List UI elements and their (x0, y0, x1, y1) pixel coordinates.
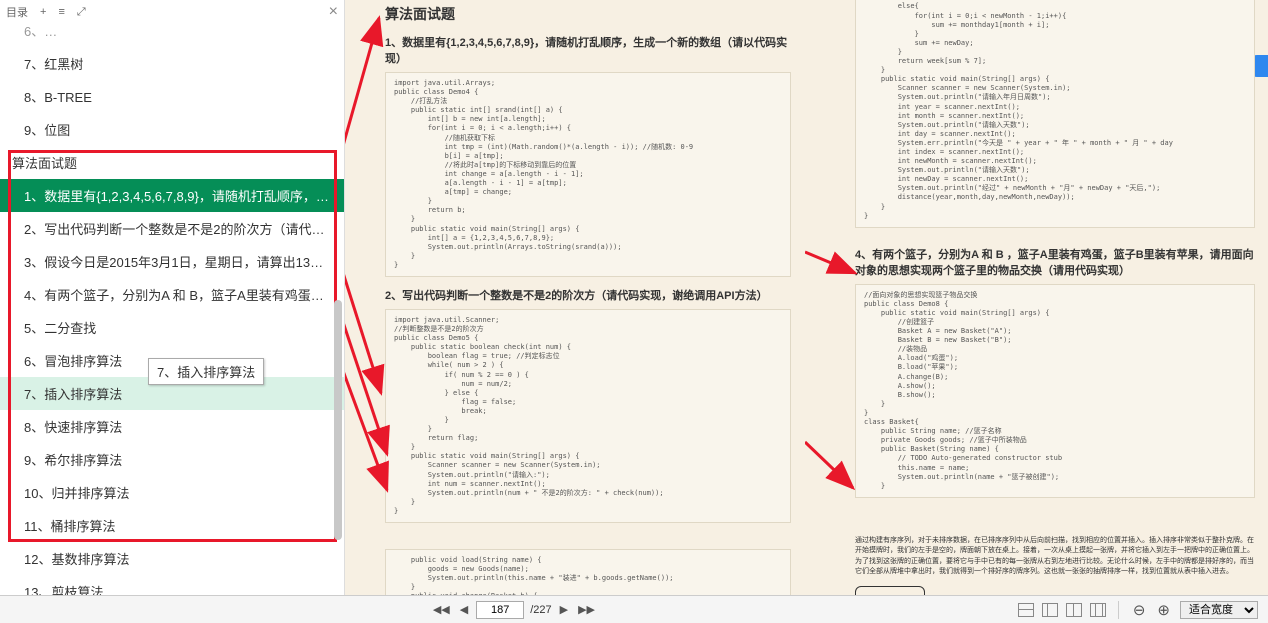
status-bar: ◀◀ ◀ /227 ▶ ▶▶ ⊖ ⊕ 适合宽度 (0, 595, 1268, 623)
outline-item[interactable]: 13、剪枝算法 (0, 575, 344, 595)
separator (1118, 601, 1119, 619)
page-input[interactable] (476, 601, 524, 619)
tooltip: 7、插入排序算法 (148, 358, 264, 385)
outline-item[interactable]: 7、红黑树 (0, 47, 344, 80)
code-block-1: import java.util.Arrays; public class De… (385, 72, 791, 277)
zoom-in-button[interactable]: ⊕ (1155, 601, 1172, 619)
outline-item[interactable]: 8、快速排序算法 (0, 410, 344, 443)
outline-item[interactable]: 4、有两个篮子，分别为A 和 B，篮子A里装有鸡蛋，篮子... (0, 278, 344, 311)
page-right: sum = 365 + newDay; for(int i = 0;i < ne… (855, 0, 1255, 595)
view-two-page-icon[interactable] (1066, 603, 1082, 617)
outline-sidebar: 目录 + ≡ ⤢ × 6、… 7、红黑树 8、B-TREE 9、位图 算法面试题… (0, 0, 345, 595)
paragraph: 通过构建有序序列，对于未排序数据，在已排序序列中从后向前扫描，找到相应的位置并插… (855, 536, 1255, 578)
document-viewport[interactable]: 算法面试题 1、数据里有{1,2,3,4,5,6,7,8,9}，请随机打乱顺序，… (345, 0, 1268, 595)
question-1-title: 1、数据里有{1,2,3,4,5,6,7,8,9}，请随机打乱顺序，生成一个新的… (385, 34, 791, 66)
outline-item[interactable]: 9、希尔排序算法 (0, 443, 344, 476)
diagram-sketch (855, 586, 925, 595)
code-block-r1: sum = 365 + newDay; for(int i = 0;i < ne… (855, 0, 1255, 228)
outline-item[interactable]: 8、B-TREE (0, 80, 344, 113)
page-left: 算法面试题 1、数据里有{1,2,3,4,5,6,7,8,9}，请随机打乱顺序，… (385, 4, 791, 595)
zoom-select[interactable]: 适合宽度 (1180, 601, 1258, 619)
next-page-button[interactable]: ▶ (558, 603, 570, 616)
prev-page-button[interactable]: ◀ (458, 603, 470, 616)
last-page-button[interactable]: ▶▶ (576, 603, 597, 616)
outline-item[interactable]: 11、桶排序算法 (0, 509, 344, 542)
scrollbar-thumb[interactable] (334, 300, 342, 540)
code-block-2: import java.util.Scanner; //判断整数是不是2的阶次方… (385, 309, 791, 523)
view-continuous-icon[interactable] (1042, 603, 1058, 617)
section-title: 算法面试题 (385, 4, 791, 24)
outline-item[interactable]: 3、假设今日是2015年3月1日，星期日，请算出13个月零... (0, 245, 344, 278)
outline-item[interactable]: 12、基数排序算法 (0, 542, 344, 575)
code-block-r2: //面向对象的思想实现篮子物品交换 public class Demo8 { p… (855, 284, 1255, 498)
outline-item[interactable]: 9、位图 (0, 113, 344, 146)
question-4-title: 4、有两个篮子，分别为A 和 B ，篮子A里装有鸡蛋，篮子B里装有苹果，请用面向… (855, 246, 1255, 278)
question-2-title: 2、写出代码判断一个整数是不是2的阶次方（请代码实现，谢绝调用API方法） (385, 287, 791, 303)
outline-tree: 6、… 7、红黑树 8、B-TREE 9、位图 算法面试题 1、数据里有{1,2… (0, 24, 344, 595)
code-block-3: public void load(String name) { goods = … (385, 549, 791, 595)
view-two-continuous-icon[interactable] (1090, 603, 1106, 617)
zoom-out-button[interactable]: ⊖ (1131, 601, 1148, 619)
outline-item[interactable]: 2、写出代码判断一个整数是不是2的阶次方（请代码实现... (0, 212, 344, 245)
outline-item[interactable]: 10、归并排序算法 (0, 476, 344, 509)
outline-item-selected[interactable]: 1、数据里有{1,2,3,4,5,6,7,8,9}，请随机打乱顺序，生成一... (0, 179, 344, 212)
first-page-button[interactable]: ◀◀ (431, 603, 452, 616)
view-single-icon[interactable] (1018, 603, 1034, 617)
outline-item[interactable]: 6、… (0, 14, 344, 47)
outline-item[interactable]: 5、二分查找 (0, 311, 344, 344)
page-total: /227 (530, 604, 551, 616)
outline-section[interactable]: 算法面试题 (0, 146, 344, 179)
